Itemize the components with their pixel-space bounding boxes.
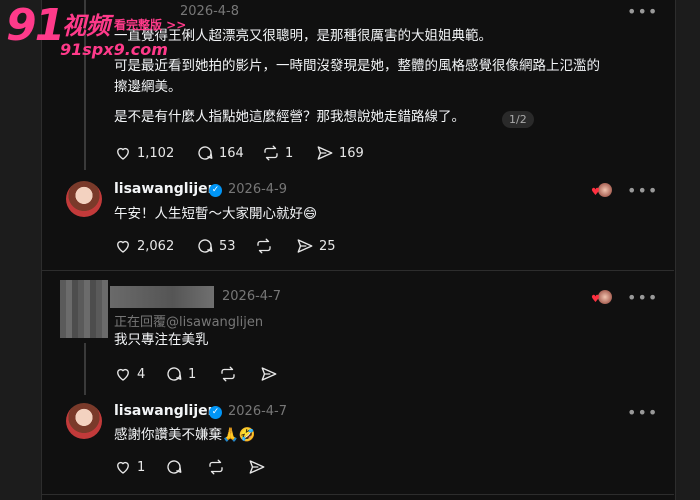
share-icon bbox=[317, 146, 333, 160]
watermark-tagline: 看完整版 >> bbox=[114, 18, 187, 32]
share-button[interactable] bbox=[260, 365, 278, 383]
more-icon[interactable]: ••• bbox=[627, 2, 658, 21]
repost-button[interactable]: 1 bbox=[262, 144, 293, 162]
like-button[interactable]: 1,102 bbox=[114, 144, 174, 162]
share-count: 25 bbox=[319, 238, 336, 254]
share-icon bbox=[261, 367, 277, 381]
repost-icon bbox=[209, 459, 223, 475]
heart-icon bbox=[117, 461, 129, 474]
verified-badge-icon: ✓ bbox=[209, 184, 222, 197]
liked-by-author-avatar bbox=[598, 183, 612, 197]
repost-button[interactable] bbox=[207, 458, 225, 476]
post-paragraph: 是不是有什麼人指點她這麼經營？那我想說她走錯路線了。 bbox=[114, 109, 465, 125]
share-button[interactable] bbox=[248, 458, 266, 476]
more-icon[interactable]: ••• bbox=[627, 403, 658, 422]
comment-count: 1 bbox=[188, 366, 197, 382]
more-icon[interactable]: ••• bbox=[627, 288, 658, 307]
like-button[interactable]: 1 bbox=[114, 458, 145, 476]
heart-icon bbox=[117, 368, 129, 381]
comment-icon bbox=[198, 239, 213, 253]
repost-button[interactable] bbox=[255, 237, 273, 255]
comment-button[interactable]: 1 bbox=[165, 365, 196, 383]
repost-icon bbox=[221, 366, 235, 382]
liked-by-author-avatar bbox=[598, 290, 612, 304]
comment-button[interactable] bbox=[165, 458, 183, 476]
like-count: 2,062 bbox=[137, 238, 175, 254]
verified-badge-icon: ✓ bbox=[209, 406, 222, 419]
like-button[interactable]: 2,062 bbox=[114, 237, 174, 255]
heart-icon: ♥ bbox=[591, 187, 600, 198]
post-date: 2026-4-9 bbox=[228, 182, 288, 197]
post-paragraph: 擦邊網美。 bbox=[114, 79, 182, 95]
watermark-title: 视频 bbox=[62, 12, 110, 40]
heart-icon bbox=[117, 147, 129, 160]
post-text: 我只專注在美乳 bbox=[114, 332, 209, 348]
thread-divider bbox=[41, 494, 674, 495]
avatar[interactable] bbox=[66, 403, 102, 439]
comment-button[interactable]: 53 bbox=[196, 237, 236, 255]
post-date: 2026-4-7 bbox=[228, 404, 288, 419]
repost-button[interactable] bbox=[219, 365, 237, 383]
share-count: 169 bbox=[339, 145, 364, 161]
like-button[interactable]: 4 bbox=[114, 365, 145, 383]
avatar[interactable] bbox=[66, 181, 102, 217]
page-indicator[interactable]: 1/2 bbox=[502, 111, 534, 128]
like-count: 4 bbox=[137, 366, 146, 382]
watermark-logo[interactable]: 91 视频 看完整版 >> 91spx9.com bbox=[0, 0, 220, 70]
repost-count: 1 bbox=[285, 145, 294, 161]
comment-count: 53 bbox=[219, 238, 236, 254]
thread-line bbox=[84, 343, 86, 395]
heart-icon: ♥ bbox=[591, 294, 600, 305]
share-button[interactable]: 169 bbox=[316, 144, 364, 162]
like-count: 1,102 bbox=[137, 145, 175, 161]
username[interactable]: lisawanglijen bbox=[114, 403, 218, 419]
avatar[interactable] bbox=[60, 280, 108, 338]
comment-button[interactable]: 164 bbox=[196, 144, 244, 162]
replying-to[interactable]: 正在回覆@lisawanglijen bbox=[114, 311, 263, 330]
like-count: 1 bbox=[137, 459, 146, 475]
username[interactable] bbox=[110, 286, 214, 308]
heart-icon bbox=[117, 240, 129, 253]
more-icon[interactable]: ••• bbox=[627, 181, 658, 200]
repost-icon bbox=[264, 145, 278, 161]
reply-text: 感謝你讚美不嫌棄🙏🤣 bbox=[114, 427, 256, 443]
post-date: 2026-4-7 bbox=[222, 289, 282, 304]
watermark-number: 91 bbox=[6, 0, 65, 51]
share-button[interactable]: 25 bbox=[296, 237, 336, 255]
share-icon bbox=[297, 239, 313, 253]
repost-icon bbox=[257, 238, 271, 254]
username[interactable]: lisawanglijen bbox=[114, 181, 218, 197]
thread-divider bbox=[41, 270, 674, 271]
share-icon bbox=[249, 460, 265, 474]
comment-count: 164 bbox=[219, 145, 244, 161]
comment-icon bbox=[167, 367, 182, 381]
watermark-url: 91spx9.com bbox=[60, 40, 168, 59]
reply-text: 午安！人生短暫～大家開心就好😄 bbox=[114, 206, 318, 222]
comment-icon bbox=[198, 146, 213, 160]
comment-icon bbox=[167, 460, 182, 474]
